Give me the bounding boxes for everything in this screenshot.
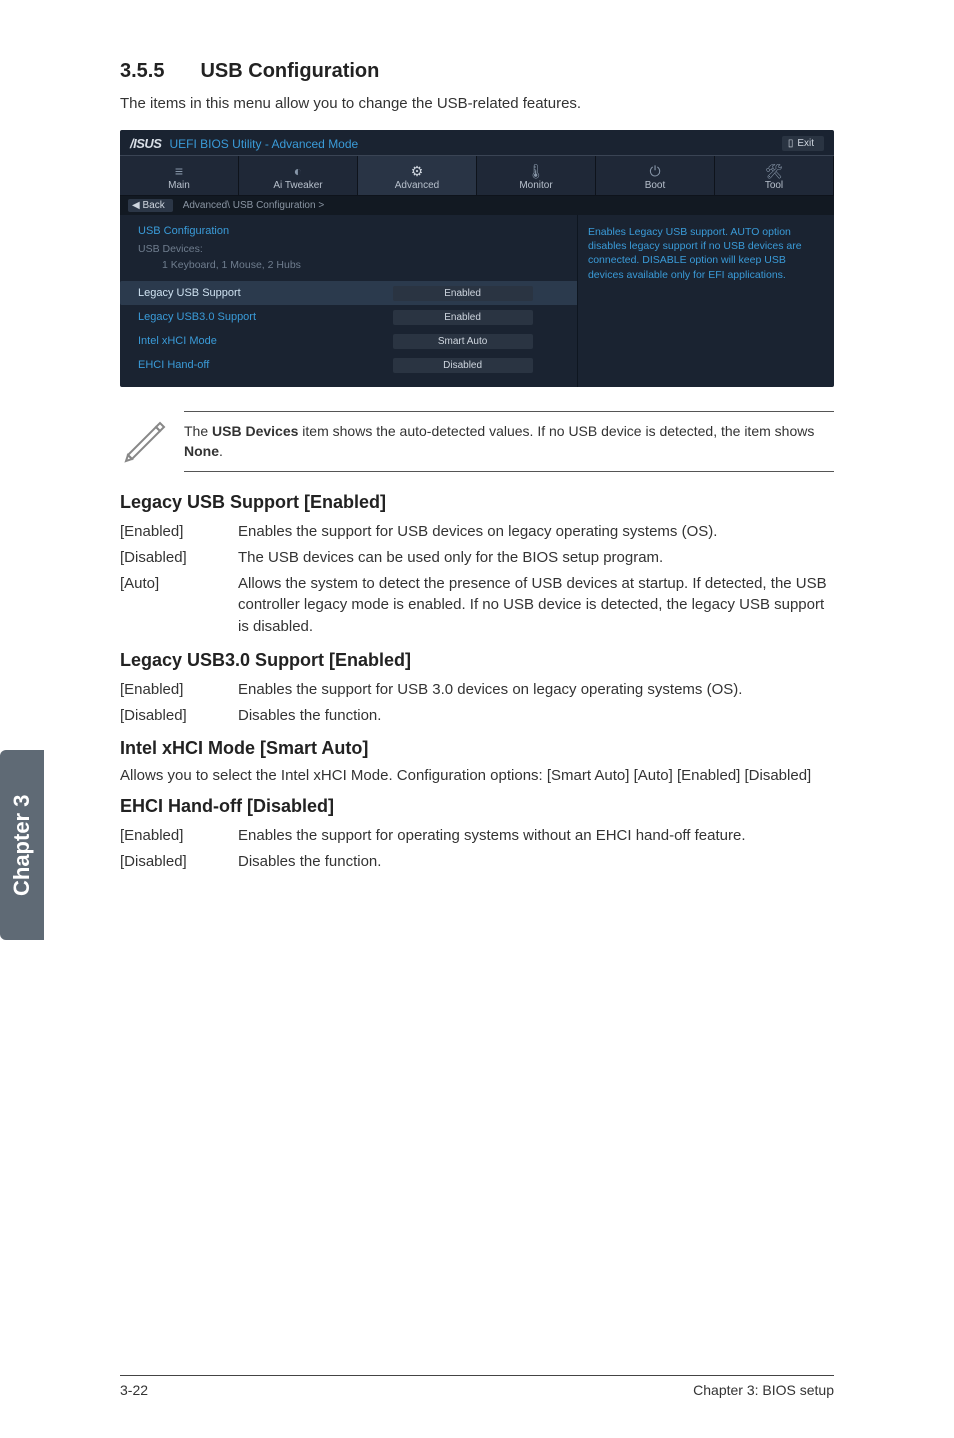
usb-devices-value: 1 Keyboard, 1 Mouse, 2 Hubs xyxy=(162,259,577,271)
tab-main-label: Main xyxy=(168,180,190,191)
row-ehci-label: EHCI Hand-off xyxy=(138,359,393,371)
exit-label: Exit xyxy=(797,138,814,149)
tweaker-icon: ◐ xyxy=(239,162,357,180)
usb-devices-label: USB Devices: xyxy=(138,243,577,255)
monitor-icon: 🌡 xyxy=(477,162,595,180)
back-button[interactable]: ◀ Back xyxy=(128,199,173,212)
heading-xhci: Intel xHCI Mode [Smart Auto] xyxy=(120,738,834,759)
row-legacy-usb[interactable]: Legacy USB Support Enabled xyxy=(120,281,577,305)
bios-topnav: ≡ Main ◐ Ai Tweaker ⚙ Advanced 🌡 Monitor… xyxy=(120,156,834,196)
bios-left-panel: USB Configuration USB Devices: 1 Keyboar… xyxy=(120,215,577,387)
section-number: 3.5.5 xyxy=(120,60,164,83)
row-ehci-value[interactable]: Disabled xyxy=(393,358,533,373)
pen-icon xyxy=(120,411,170,468)
table-row: [Enabled] Enables the support for USB de… xyxy=(120,519,834,545)
footer-chapter: Chapter 3: BIOS setup xyxy=(693,1382,834,1398)
xhci-body: Allows you to select the Intel xHCI Mode… xyxy=(120,765,834,786)
note-bold-1: USB Devices xyxy=(212,423,298,439)
bios-breadcrumb-bar: ◀ Back Advanced\ USB Configuration > xyxy=(120,196,834,215)
row-legacy-usb3-label: Legacy USB3.0 Support xyxy=(138,311,393,323)
note-bold-2: None xyxy=(184,443,219,459)
row-xhci[interactable]: Intel xHCI Mode Smart Auto xyxy=(138,329,577,353)
opts-ehci: [Enabled] Enables the support for operat… xyxy=(120,823,834,875)
opt-key: [Disabled] xyxy=(120,545,238,571)
tab-monitor[interactable]: 🌡 Monitor xyxy=(477,156,596,195)
page-footer: 3-22 Chapter 3: BIOS setup xyxy=(120,1375,834,1398)
power-icon: ⏻ xyxy=(596,162,714,180)
list-icon: ≡ xyxy=(120,162,238,180)
table-row: [Disabled] The USB devices can be used o… xyxy=(120,545,834,571)
tab-boot[interactable]: ⏻ Boot xyxy=(596,156,715,195)
opts-legacy-usb3: [Enabled] Enables the support for USB 3.… xyxy=(120,677,834,729)
note-callout: The USB Devices item shows the auto-dete… xyxy=(120,411,834,472)
opt-val: Allows the system to detect the presence… xyxy=(238,571,834,640)
page-number: 3-22 xyxy=(120,1382,148,1398)
tab-tool-label: Tool xyxy=(765,180,783,191)
opts-legacy-usb: [Enabled] Enables the support for USB de… xyxy=(120,519,834,640)
opt-key: [Enabled] xyxy=(120,823,238,849)
row-legacy-usb3[interactable]: Legacy USB3.0 Support Enabled xyxy=(138,305,577,329)
table-row: [Auto] Allows the system to detect the p… xyxy=(120,571,834,640)
intro-text: The items in this menu allow you to chan… xyxy=(120,93,834,114)
bios-screenshot: /ISUS UEFI BIOS Utility - Advanced Mode … xyxy=(120,130,834,387)
row-ehci[interactable]: EHCI Hand-off Disabled xyxy=(138,353,577,377)
advanced-icon: ⚙ xyxy=(358,162,476,180)
back-label: Back xyxy=(142,200,164,211)
opt-val: Disables the function. xyxy=(238,703,834,729)
exit-icon: ▯ xyxy=(788,138,794,149)
heading-legacy-usb3: Legacy USB3.0 Support [Enabled] xyxy=(120,650,834,671)
bios-titlebar: /ISUS UEFI BIOS Utility - Advanced Mode … xyxy=(120,130,834,156)
opt-key: [Disabled] xyxy=(120,849,238,875)
section-heading: 3.5.5 USB Configuration xyxy=(120,60,834,83)
table-row: [Enabled] Enables the support for operat… xyxy=(120,823,834,849)
table-row: [Disabled] Disables the function. xyxy=(120,703,834,729)
tab-ai-tweaker[interactable]: ◐ Ai Tweaker xyxy=(239,156,358,195)
row-legacy-usb-value[interactable]: Enabled xyxy=(393,286,533,301)
bios-panel-title: USB Configuration xyxy=(138,225,577,237)
opt-val: Enables the support for USB devices on l… xyxy=(238,519,834,545)
tab-tool[interactable]: 🛠 Tool xyxy=(715,156,834,195)
heading-legacy-usb: Legacy USB Support [Enabled] xyxy=(120,492,834,513)
note-text: The USB Devices item shows the auto-dete… xyxy=(184,411,834,472)
opt-key: [Auto] xyxy=(120,571,238,640)
table-row: [Disabled] Disables the function. xyxy=(120,849,834,875)
tab-main[interactable]: ≡ Main xyxy=(120,156,239,195)
row-legacy-usb3-value[interactable]: Enabled xyxy=(393,310,533,325)
opt-key: [Enabled] xyxy=(120,519,238,545)
table-row: [Enabled] Enables the support for USB 3.… xyxy=(120,677,834,703)
tab-boot-label: Boot xyxy=(645,180,666,191)
asus-logo: /ISUS xyxy=(130,136,161,151)
tab-advanced[interactable]: ⚙ Advanced xyxy=(358,156,477,195)
opt-val: The USB devices can be used only for the… xyxy=(238,545,834,571)
opt-val: Enables the support for USB 3.0 devices … xyxy=(238,677,834,703)
row-legacy-usb-label: Legacy USB Support xyxy=(138,287,393,299)
tab-monitor-label: Monitor xyxy=(519,180,552,191)
bios-title: UEFI BIOS Utility - Advanced Mode xyxy=(169,137,781,151)
row-xhci-value[interactable]: Smart Auto xyxy=(393,334,533,349)
opt-val: Disables the function. xyxy=(238,849,834,875)
exit-button[interactable]: ▯ Exit xyxy=(782,136,824,151)
back-arrow-icon: ◀ xyxy=(132,200,142,211)
heading-ehci: EHCI Hand-off [Disabled] xyxy=(120,796,834,817)
opt-key: [Enabled] xyxy=(120,677,238,703)
tab-tweaker-label: Ai Tweaker xyxy=(273,180,322,191)
bios-help-panel: Enables Legacy USB support. AUTO option … xyxy=(577,215,834,387)
opt-val: Enables the support for operating system… xyxy=(238,823,834,849)
breadcrumb-path: Advanced\ USB Configuration > xyxy=(183,200,324,211)
tool-icon: 🛠 xyxy=(715,162,833,180)
chapter-side-tab: Chapter 3 xyxy=(0,750,44,940)
tab-advanced-label: Advanced xyxy=(395,180,439,191)
section-title: USB Configuration xyxy=(200,60,379,82)
row-xhci-label: Intel xHCI Mode xyxy=(138,335,393,347)
opt-key: [Disabled] xyxy=(120,703,238,729)
